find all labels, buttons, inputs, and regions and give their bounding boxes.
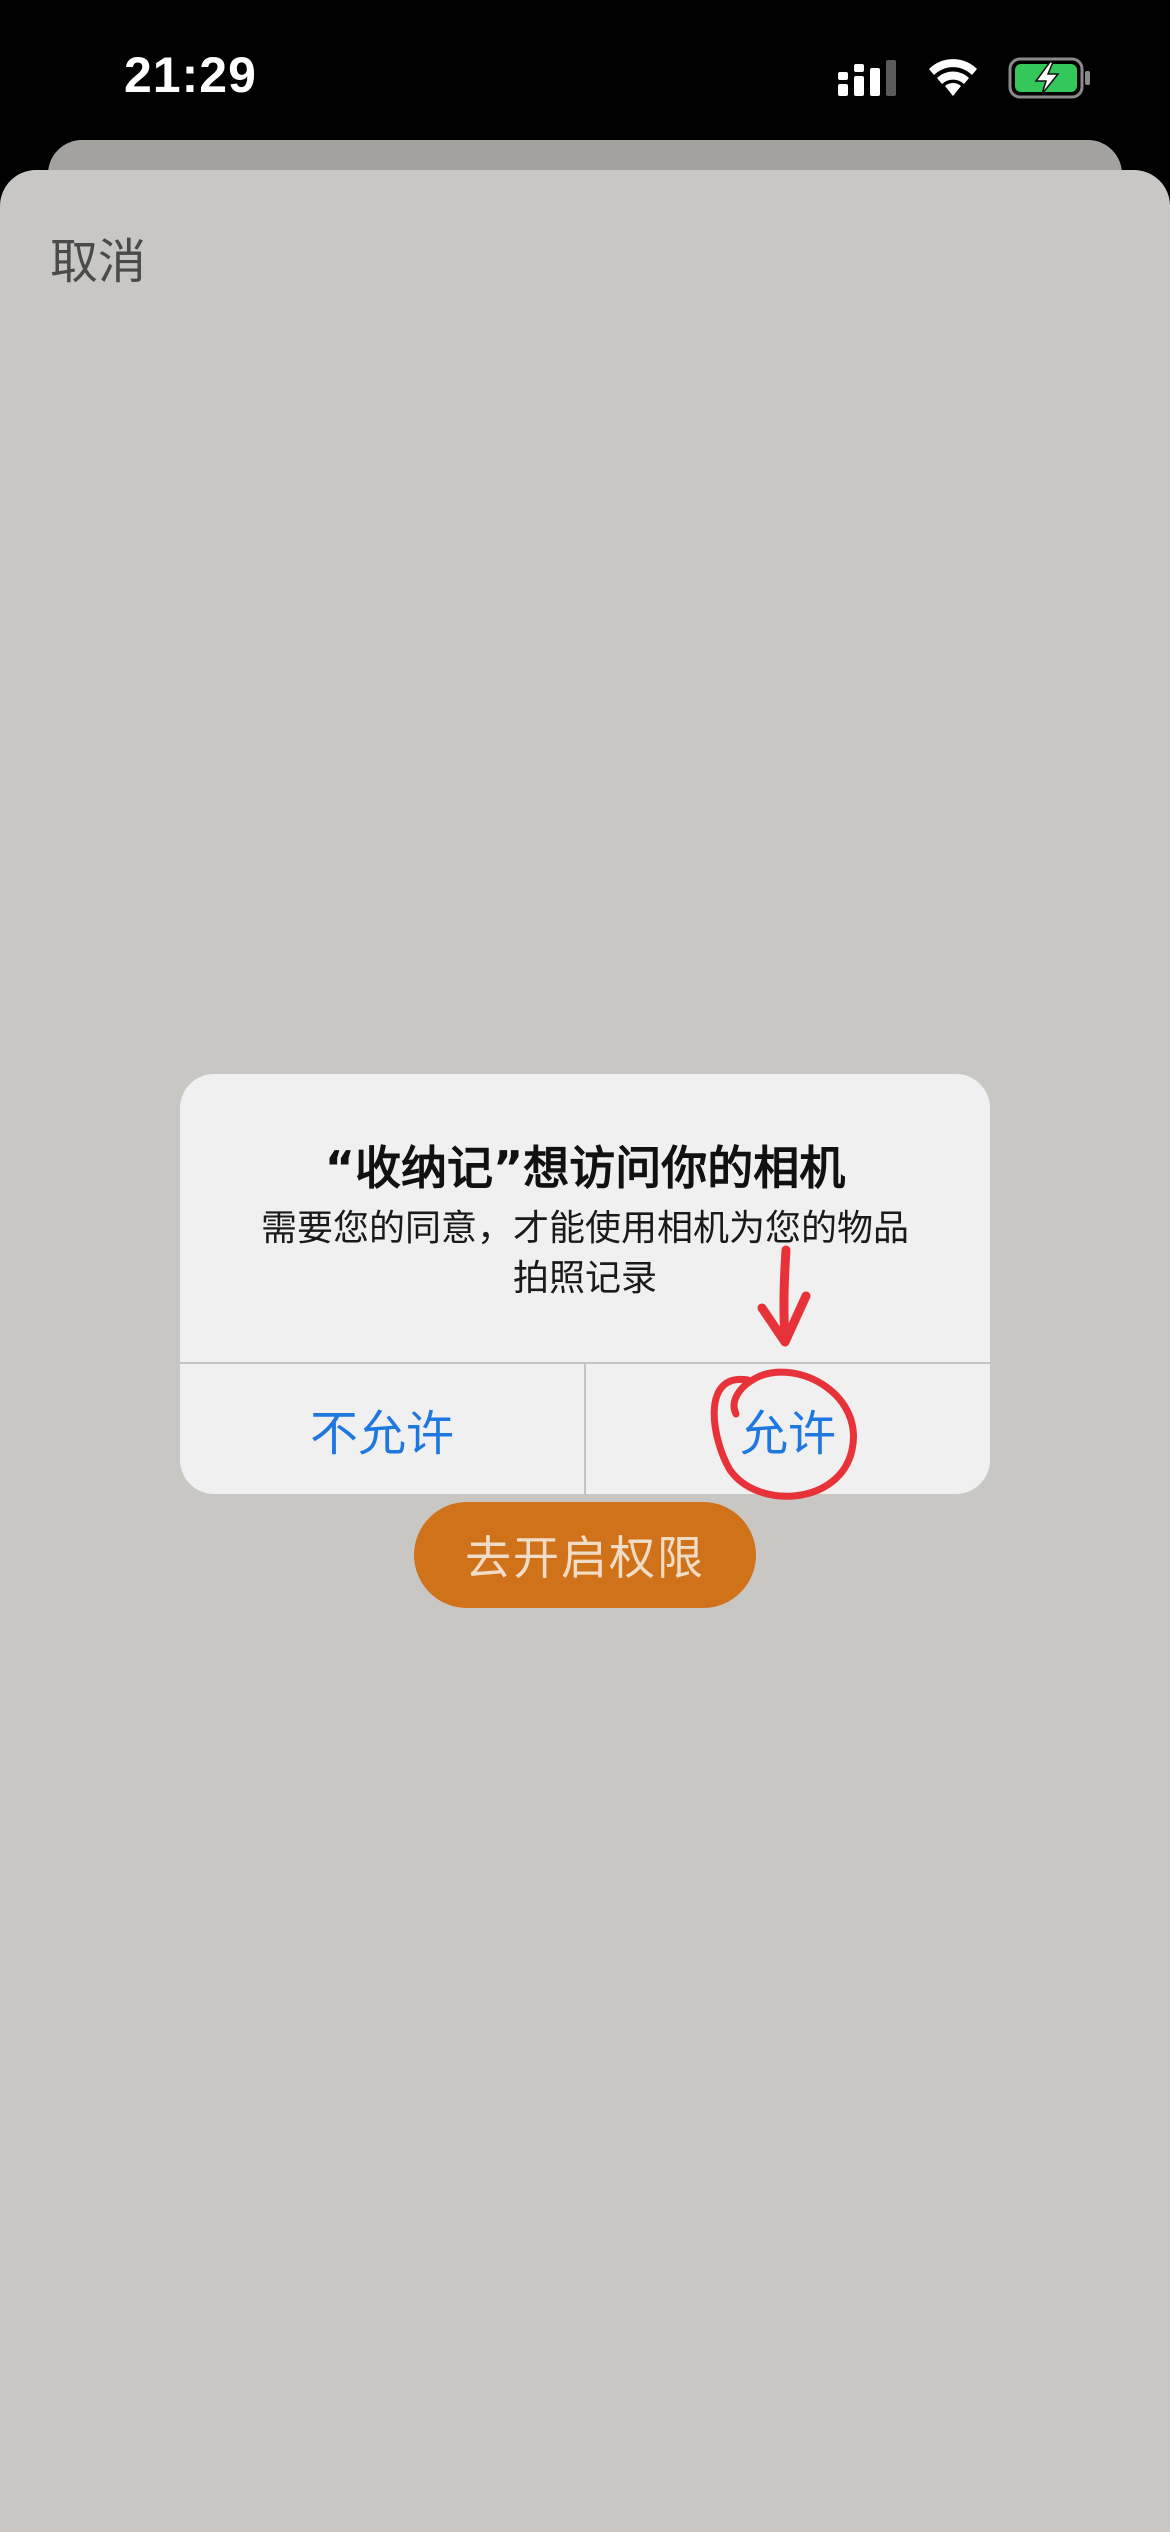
alert-message: 需要您的同意，才能使用相机为您的物品拍照记录	[260, 1208, 909, 1299]
open-permission-button[interactable]: 去开启权限	[414, 1502, 756, 1608]
battery-charging-icon	[1008, 57, 1090, 99]
cancel-button[interactable]: 取消	[50, 222, 146, 292]
camera-permission-alert: “收纳记”想访问你的相机 需要您的同意，才能使用相机为您的物品拍照记录 不允许 …	[180, 1074, 990, 1494]
alert-title: “收纳记”想访问你的相机	[324, 1141, 846, 1195]
allow-button[interactable]: 允许	[586, 1364, 990, 1494]
status-icons	[838, 54, 1092, 102]
status-bar: 21:29	[0, 0, 1170, 150]
phone-screen: 21:29 取消 去开启权限 “收纳记”想访问你的相机 需要您的同意，才能使用相…	[0, 0, 1170, 2532]
wifi-icon	[929, 59, 977, 96]
signal-icon	[838, 60, 896, 96]
status-time: 21:29	[124, 47, 257, 103]
deny-button[interactable]: 不允许	[180, 1364, 584, 1494]
alert-body: “收纳记”想访问你的相机 需要您的同意，才能使用相机为您的物品拍照记录	[180, 1074, 990, 1362]
